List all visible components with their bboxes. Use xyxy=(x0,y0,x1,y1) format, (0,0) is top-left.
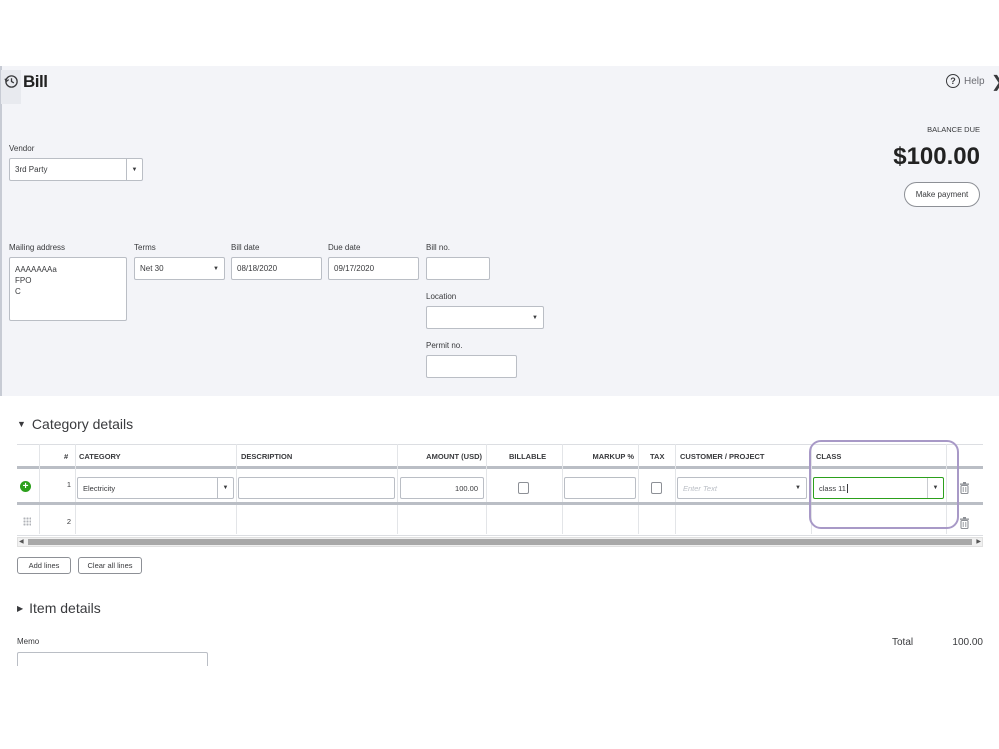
drag-handle-icon[interactable] xyxy=(23,517,31,526)
balance-due-amount: $100.00 xyxy=(893,143,980,170)
make-payment-button[interactable]: Make payment xyxy=(904,182,980,207)
add-lines-button[interactable]: Add lines xyxy=(17,557,71,574)
customer-placeholder: Enter Text xyxy=(683,483,717,493)
chevron-down-icon[interactable]: ▼ xyxy=(126,159,142,180)
class-column-highlight xyxy=(809,440,959,529)
col-amount: AMOUNT (USD) xyxy=(426,451,482,461)
item-details-toggle[interactable]: ▶ Item details xyxy=(17,600,101,616)
close-icon[interactable]: ❯ xyxy=(991,72,999,92)
terms-label: Terms xyxy=(134,243,156,252)
balance-due-label: BALANCE DUE xyxy=(927,125,980,134)
col-num: # xyxy=(64,451,69,461)
memo-label: Memo xyxy=(17,637,40,646)
mailing-address-textarea[interactable]: AAAAAAAa FPO C xyxy=(9,257,127,321)
panel-edge xyxy=(0,66,2,396)
trash-icon[interactable] xyxy=(960,516,969,534)
caret-right-icon: ▶ xyxy=(17,603,24,613)
col-category: CATEGORY xyxy=(79,451,121,461)
col-description: DESCRIPTION xyxy=(241,451,293,461)
bill-no-label: Bill no. xyxy=(426,243,451,252)
add-row-icon[interactable]: + xyxy=(20,481,31,492)
row-number: 1 xyxy=(66,480,71,489)
due-date-value: 09/17/2020 xyxy=(334,264,375,273)
col-customer-project: CUSTOMER / PROJECT xyxy=(680,451,765,461)
scrollbar-thumb[interactable] xyxy=(28,539,972,545)
help-label: Help xyxy=(964,75,985,87)
address-line: C xyxy=(15,287,21,296)
due-date-input[interactable]: 09/17/2020 xyxy=(328,257,419,280)
memo-textarea[interactable] xyxy=(17,652,208,666)
chevron-down-icon[interactable]: ▼ xyxy=(208,258,224,279)
bill-date-input[interactable]: 08/18/2020 xyxy=(231,257,322,280)
col-billable: BILLABLE xyxy=(509,451,547,461)
mailing-address-label: Mailing address xyxy=(9,243,66,252)
amount-value: 100.00 xyxy=(455,483,478,493)
chevron-down-icon[interactable]: ▼ xyxy=(527,307,543,328)
vendor-label: Vendor xyxy=(9,144,35,153)
terms-value: Net 30 xyxy=(140,264,164,273)
address-line: AAAAAAAa xyxy=(15,265,57,274)
markup-input[interactable] xyxy=(564,477,636,499)
bill-header-panel xyxy=(0,66,999,396)
address-line: FPO xyxy=(15,276,32,285)
amount-input[interactable]: 100.00 xyxy=(400,477,484,499)
scroll-left-icon[interactable]: ◀ xyxy=(19,538,24,547)
customer-project-select[interactable]: Enter Text ▼ xyxy=(677,477,807,499)
chevron-down-icon[interactable]: ▼ xyxy=(217,478,233,498)
page-title: Bill xyxy=(23,72,48,91)
horizontal-scrollbar[interactable]: ◀ ▶ xyxy=(17,537,983,547)
caret-down-icon: ▼ xyxy=(17,419,26,429)
category-value: Electricity xyxy=(83,483,116,493)
bill-window: Bill ? Help ❯ BALANCE DUE $100.00 Make p… xyxy=(0,66,999,666)
col-tax: TAX xyxy=(650,451,665,461)
vendor-select[interactable]: 3rd Party ▼ xyxy=(9,158,143,181)
chevron-down-icon[interactable]: ▼ xyxy=(790,478,806,498)
recent-transactions-icon[interactable] xyxy=(1,70,21,104)
item-details-title: Item details xyxy=(29,600,101,616)
bill-date-value: 08/18/2020 xyxy=(237,264,278,273)
permit-no-label: Permit no. xyxy=(426,341,463,350)
clear-all-lines-button[interactable]: Clear all lines xyxy=(78,557,142,574)
tax-checkbox[interactable] xyxy=(651,482,662,494)
description-input[interactable] xyxy=(238,477,395,499)
location-label: Location xyxy=(426,292,457,301)
total-value: 100.00 xyxy=(952,637,983,648)
col-markup: MARKUP % xyxy=(592,451,634,461)
scroll-right-icon[interactable]: ▶ xyxy=(976,538,981,547)
row-number: 2 xyxy=(66,517,71,526)
due-date-label: Due date xyxy=(328,243,361,252)
location-select[interactable]: ▼ xyxy=(426,306,544,329)
vendor-value: 3rd Party xyxy=(15,165,48,174)
bill-no-input[interactable] xyxy=(426,257,490,280)
bill-date-label: Bill date xyxy=(231,243,260,252)
category-select[interactable]: Electricity ▼ xyxy=(77,477,234,499)
total-label: Total xyxy=(892,637,914,648)
permit-no-input[interactable] xyxy=(426,355,517,378)
terms-select[interactable]: Net 30 ▼ xyxy=(134,257,225,280)
category-details-toggle[interactable]: ▼ Category details xyxy=(17,416,133,432)
category-details-title: Category details xyxy=(31,416,134,432)
help-button[interactable]: ? Help xyxy=(946,74,985,88)
trash-icon[interactable] xyxy=(960,481,969,499)
help-icon: ? xyxy=(946,74,960,88)
billable-checkbox[interactable] xyxy=(518,482,529,494)
